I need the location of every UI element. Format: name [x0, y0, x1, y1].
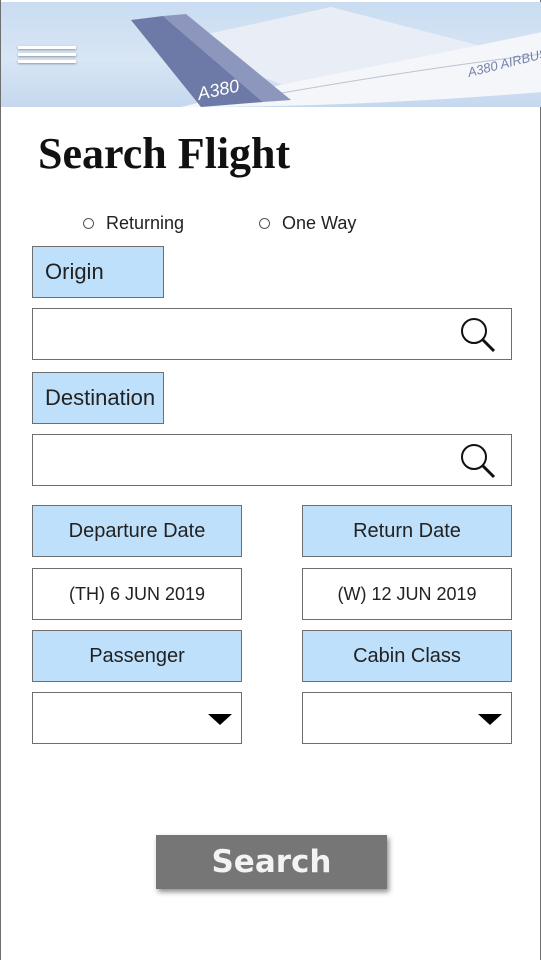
departure-date-label: Departure Date — [32, 505, 242, 557]
radio-one-way-label: One Way — [282, 213, 357, 233]
search-button[interactable]: Search — [156, 835, 387, 889]
destination-label: Destination — [32, 372, 164, 424]
destination-field[interactable] — [32, 434, 512, 486]
search-icon[interactable] — [459, 316, 497, 354]
menu-icon[interactable] — [18, 46, 76, 68]
page-title: Search Flight — [38, 129, 291, 178]
search-icon[interactable] — [459, 442, 497, 480]
header-banner: A380 A380 AIRBUS — [1, 2, 541, 107]
dropdown-arrow-icon[interactable] — [478, 714, 502, 725]
passenger-select[interactable] — [32, 692, 242, 744]
departure-date-field[interactable]: (TH) 6 JUN 2019 — [32, 568, 242, 620]
radio-returning[interactable]: Returning — [83, 213, 184, 234]
airplane-image: A380 A380 AIRBUS — [131, 7, 541, 107]
radio-circle-icon[interactable] — [259, 218, 270, 229]
cabin-class-select[interactable] — [302, 692, 512, 744]
dropdown-arrow-icon[interactable] — [208, 714, 232, 725]
radio-one-way[interactable]: One Way — [259, 213, 356, 234]
destination-input[interactable] — [33, 435, 453, 485]
origin-input[interactable] — [33, 309, 453, 359]
origin-label: Origin — [32, 246, 164, 298]
radio-circle-icon[interactable] — [83, 218, 94, 229]
return-date-field[interactable]: (W) 12 JUN 2019 — [302, 568, 512, 620]
origin-field[interactable] — [32, 308, 512, 360]
return-date-label: Return Date — [302, 505, 512, 557]
cabin-class-label: Cabin Class — [302, 630, 512, 682]
passenger-label: Passenger — [32, 630, 242, 682]
radio-returning-label: Returning — [106, 213, 185, 233]
